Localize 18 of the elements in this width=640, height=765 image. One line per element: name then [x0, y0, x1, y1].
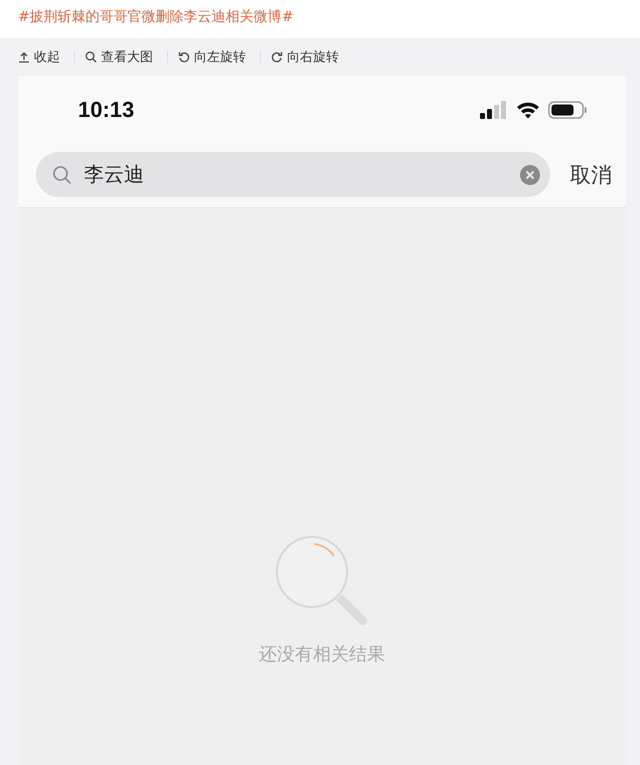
toolbar-button[interactable]: 查看大图	[85, 48, 157, 66]
cancel-button[interactable]: 取消	[550, 160, 612, 188]
toolbar-button[interactable]: 收起	[18, 48, 64, 66]
upload-icon	[18, 51, 30, 63]
search-query: 李云迪	[84, 161, 145, 188]
search-field[interactable]: 李云迪	[36, 152, 550, 197]
toolbar-button[interactable]: 向右旋转	[271, 48, 343, 66]
clear-icon[interactable]	[520, 164, 540, 184]
signal-icon	[480, 101, 508, 119]
rotate-right-icon	[271, 51, 283, 63]
wifi-icon	[516, 101, 540, 119]
battery-icon	[548, 101, 588, 119]
search-icon	[85, 51, 97, 63]
toolbar-button[interactable]: 向左旋转	[178, 48, 250, 66]
empty-message: 还没有相关结果	[259, 643, 385, 666]
status-time: 10:13	[78, 97, 134, 123]
search-icon	[52, 164, 72, 184]
rotate-left-icon	[178, 51, 190, 63]
